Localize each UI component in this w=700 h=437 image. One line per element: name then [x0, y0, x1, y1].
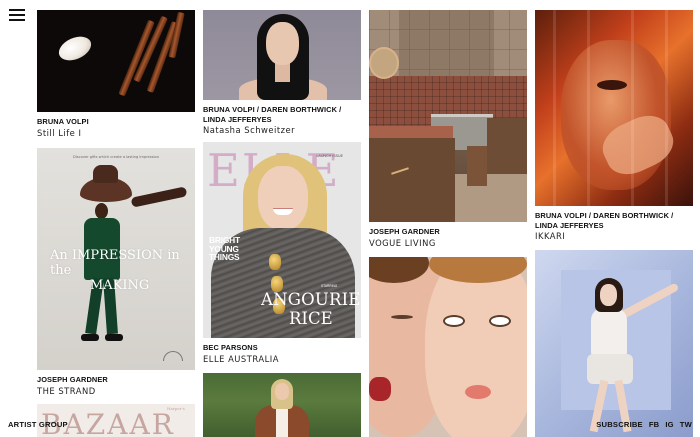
card-publication: IKKARI	[535, 231, 566, 241]
blue-room-image	[535, 250, 693, 437]
light-streak	[553, 10, 556, 206]
elle-australia-cover-image: ELLE LAUNCH ISSUE BRIGHT YOUNG THINGS ST…	[203, 142, 361, 338]
still-life-image	[37, 10, 195, 112]
subscribe-link[interactable]: SUBSCRIBE	[596, 420, 643, 429]
model-shoe	[105, 334, 123, 341]
portfolio-card-blue-room[interactable]	[535, 250, 693, 437]
card-credit: BRUNA VOLPI	[37, 117, 89, 126]
hat-arm	[130, 186, 188, 208]
card-credit: BRUNA VOLPI / DAREN BORTHWICK / LINDA JE…	[203, 105, 342, 124]
card-credit: BEC PARSONS	[203, 343, 258, 352]
card-credit: BRUNA VOLPI / DAREN BORTHWICK / LINDA JE…	[535, 211, 674, 230]
hamburger-menu-icon[interactable]	[9, 9, 25, 21]
hat-shape	[80, 165, 132, 202]
kitchen-hood	[399, 10, 494, 76]
light-streak	[631, 10, 634, 206]
portfolio-grid: BRUNA VOLPI Still Life I Discover gifts …	[37, 10, 694, 437]
footer-links: SUBSCRIBE FB IG TW	[596, 420, 692, 429]
card-publication: Still Life I	[37, 127, 82, 138]
brand-link[interactable]: ARTIST GROUP	[8, 420, 68, 429]
portfolio-card-faces[interactable]	[369, 257, 527, 437]
card-publication: THE STRAND	[37, 385, 96, 396]
kitchen-cabinet	[369, 138, 455, 222]
model-skirt	[587, 354, 633, 384]
portfolio-card-vogue-living[interactable]: JOSEPH GARDNER VOGUE LIVING	[369, 10, 527, 249]
ikkari-image	[535, 10, 693, 206]
model-eye	[443, 315, 465, 327]
the-strand-cover-image: Discover gifts which create a lasting im…	[37, 148, 195, 370]
cover-launch-label: LAUNCH ISSUE	[316, 154, 343, 158]
model-face	[258, 166, 308, 230]
portfolio-card-the-strand[interactable]: Discover gifts which create a lasting im…	[37, 148, 195, 397]
model-shoe	[81, 334, 99, 341]
portfolio-card-natasha-schweitzer[interactable]: BRUNA VOLPI / DAREN BORTHWICK / LINDA JE…	[203, 10, 361, 136]
cover-name-last: RICE	[289, 309, 333, 328]
cover-name-first: ANGOURIE	[261, 290, 361, 309]
model-eye	[489, 315, 511, 327]
portfolio-card-still-life[interactable]: BRUNA VOLPI Still Life I	[37, 10, 195, 139]
model-eye	[391, 315, 413, 319]
model-head	[95, 203, 108, 219]
kitchen-stool	[467, 146, 487, 186]
model-mouth	[369, 377, 391, 401]
menu-line	[9, 19, 25, 21]
portfolio-card-ikkari[interactable]: BRUNA VOLPI / DAREN BORTHWICK / LINDA JE…	[535, 10, 693, 242]
model-face	[600, 284, 617, 306]
menu-line	[9, 9, 25, 11]
card-credit: JOSEPH GARDNER	[37, 375, 108, 384]
menu-line	[9, 14, 25, 16]
pearl-shape	[55, 31, 95, 66]
cover-starring-label: STARRING	[321, 284, 338, 288]
card-credit: JOSEPH GARDNER	[369, 227, 440, 236]
portfolio-card-forest[interactable]	[203, 373, 361, 437]
kitchen-mirror	[369, 47, 399, 79]
model-face	[275, 383, 289, 400]
two-faces-image	[369, 257, 527, 437]
card-publication: VOGUE LIVING	[369, 237, 436, 248]
cover-tagline: Discover gifts which create a lasting im…	[73, 155, 159, 159]
light-streak	[665, 10, 668, 206]
cover-headline-line-2: MAKING	[90, 278, 150, 293]
sweater-button-icon	[269, 254, 281, 270]
kitchen-counter	[369, 126, 453, 138]
cover-coverline: BRIGHT YOUNG THINGS	[209, 235, 240, 263]
cover-headline: An IMPRESSION in the MAKING	[50, 248, 190, 293]
model-shirt	[276, 405, 288, 437]
card-publication: Natasha Schweitzer	[203, 125, 296, 135]
social-link-fb[interactable]: FB	[649, 420, 660, 429]
kitchen-floor	[455, 174, 527, 222]
kitchen-cabinet	[487, 118, 527, 174]
cover-logo-icon	[163, 351, 183, 361]
card-publication: ELLE AUSTRALIA	[203, 353, 279, 364]
model-face	[266, 22, 299, 65]
model-face	[425, 257, 527, 437]
social-link-ig[interactable]: IG	[665, 420, 673, 429]
cover-headline-line-1: An IMPRESSION in the	[50, 248, 180, 278]
model-eye	[597, 80, 627, 90]
model-torso	[591, 308, 627, 358]
social-link-tw[interactable]: TW	[680, 420, 692, 429]
vogue-living-kitchen-image	[369, 10, 527, 222]
model-neck	[275, 62, 290, 82]
model-mouth	[465, 385, 491, 399]
light-streak	[587, 10, 590, 206]
natasha-schweitzer-image	[203, 10, 361, 100]
forest-portrait-image	[203, 373, 361, 437]
portfolio-card-elle-australia[interactable]: ELLE LAUNCH ISSUE BRIGHT YOUNG THINGS ST…	[203, 142, 361, 365]
